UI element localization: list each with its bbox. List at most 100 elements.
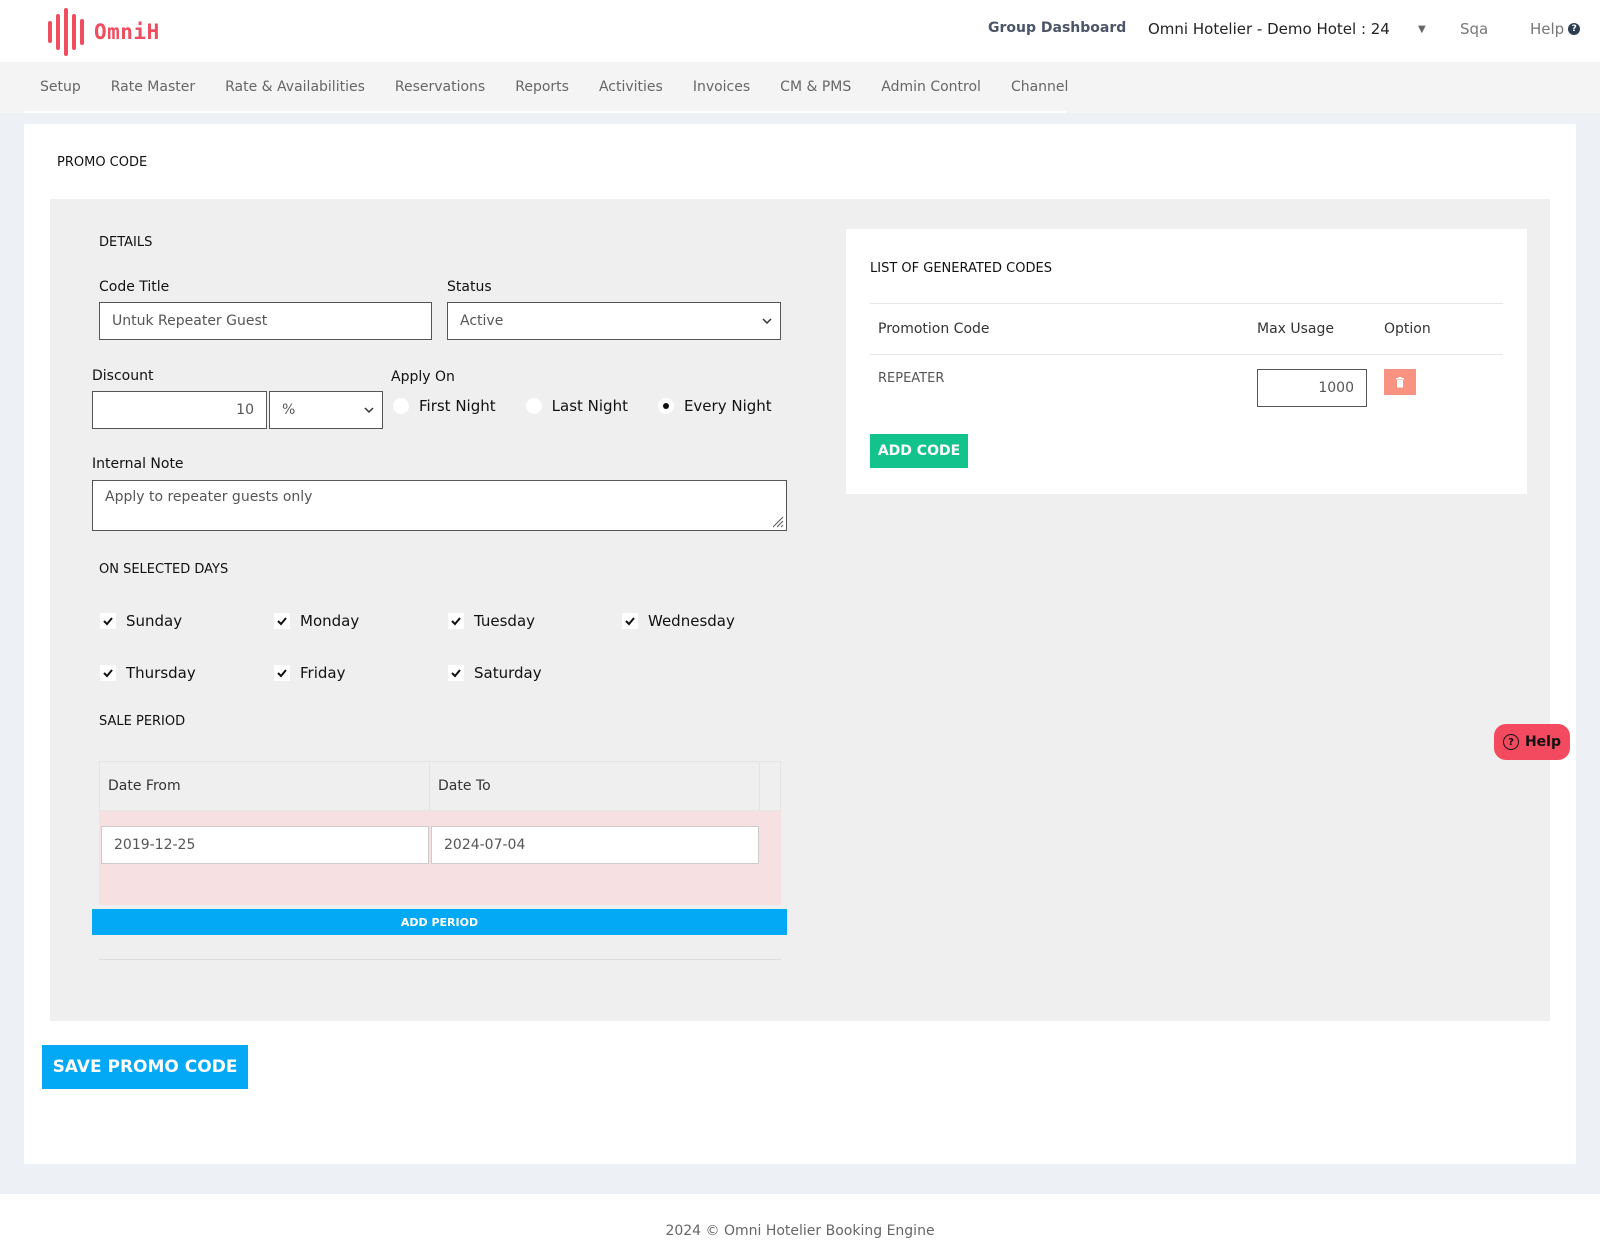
chevron-down-icon <box>762 318 772 325</box>
discount-type-value: % <box>282 402 296 418</box>
radio-every-night[interactable]: Every Night <box>657 397 772 415</box>
discount-label: Discount <box>92 368 154 384</box>
internal-note-label: Internal Note <box>92 456 184 472</box>
nav-item-reports[interactable]: Reports <box>515 79 569 95</box>
col-date-to: Date To <box>430 762 760 810</box>
col-max-usage: Max Usage <box>1257 321 1335 337</box>
apply-on-label: Apply On <box>391 369 455 385</box>
promo-form-panel: DETAILS Code Title Untuk Repeater Guest … <box>50 199 1550 1021</box>
radio-selected-icon <box>657 398 674 414</box>
delete-code-button[interactable] <box>1384 369 1416 395</box>
logo-bars-icon <box>48 8 84 56</box>
caret-down-icon[interactable]: ▼ <box>1418 24 1426 35</box>
checkmark-icon <box>100 613 116 629</box>
day-checkbox-thursday[interactable]: Thursday <box>100 664 196 682</box>
radio-first-night-label: First Night <box>419 397 496 415</box>
nav-item-rate-availabilities[interactable]: Rate & Availabilities <box>225 79 365 95</box>
sale-period-header: Date From Date To <box>99 761 781 811</box>
date-to-input[interactable]: 2024-07-04 <box>431 826 759 864</box>
radio-last-night-label: Last Night <box>551 397 628 415</box>
main-nav: Setup Rate Master Rate & Availabilities … <box>0 62 1600 113</box>
generated-codes-heading: LIST OF GENERATED CODES <box>870 261 1052 276</box>
nav-item-cm-pms[interactable]: CM & PMS <box>780 79 851 95</box>
discount-type-select[interactable]: % <box>269 391 383 429</box>
radio-circle-icon <box>393 398 409 414</box>
checkmark-icon <box>100 665 116 681</box>
checkmark-icon <box>274 665 290 681</box>
question-circle-icon: ? <box>1502 734 1519 750</box>
checkmark-icon <box>448 665 464 681</box>
add-period-button[interactable]: ADD PERIOD <box>92 909 787 935</box>
apply-on-radio-group: First Night Last Night Every Night <box>393 397 802 415</box>
col-date-from: Date From <box>100 762 430 810</box>
internal-note-textarea[interactable]: Apply to repeater guests only <box>92 480 787 531</box>
nav-item-reservations[interactable]: Reservations <box>395 79 485 95</box>
selected-days-heading: ON SELECTED DAYS <box>99 562 229 577</box>
col-option: Option <box>1384 321 1431 337</box>
day-checkbox-saturday[interactable]: Saturday <box>448 664 542 682</box>
divider <box>99 959 781 960</box>
radio-every-night-label: Every Night <box>683 397 772 415</box>
day-checkbox-wednesday[interactable]: Wednesday <box>622 612 735 630</box>
omnih-logo[interactable]: OmniH <box>48 8 160 56</box>
nav-item-channel[interactable]: Channel <box>1011 79 1068 95</box>
codes-table: Promotion Code Max Usage Option REPEATER… <box>870 303 1503 425</box>
checkmark-icon <box>448 613 464 629</box>
sale-period-row: 2019-12-25 2024-07-04 <box>99 811 781 905</box>
chevron-down-icon <box>364 407 374 414</box>
day-label: Friday <box>300 664 346 682</box>
day-checkbox-monday[interactable]: Monday <box>274 612 359 630</box>
footer-copyright: 2024 © Omni Hotelier Booking Engine <box>665 1223 935 1239</box>
user-menu[interactable]: Sqa <box>1460 20 1488 38</box>
day-checkbox-tuesday[interactable]: Tuesday <box>448 612 535 630</box>
day-checkbox-sunday[interactable]: Sunday <box>100 612 182 630</box>
codes-table-header: Promotion Code Max Usage Option <box>870 303 1503 355</box>
day-label: Tuesday <box>474 612 536 630</box>
code-title-label: Code Title <box>99 279 170 295</box>
discount-input[interactable]: 10 <box>92 391 267 429</box>
generated-codes-box: LIST OF GENERATED CODES Promotion Code M… <box>846 229 1527 494</box>
trash-icon <box>1396 376 1404 387</box>
hotel-selector[interactable]: Omni Hotelier - Demo Hotel : 24 <box>1148 20 1390 38</box>
date-from-input[interactable]: 2019-12-25 <box>101 826 429 864</box>
nav-item-admin-control[interactable]: Admin Control <box>881 79 981 95</box>
code-title-input[interactable]: Untuk Repeater Guest <box>99 302 432 340</box>
top-bar: OmniH Group Dashboard Omni Hotelier - De… <box>0 0 1600 62</box>
save-promo-code-button[interactable]: SAVE PROMO CODE <box>42 1045 248 1089</box>
help-label: Help <box>1530 20 1565 38</box>
nav-item-setup[interactable]: Setup <box>40 79 81 95</box>
status-label: Status <box>447 279 492 295</box>
group-dashboard-link[interactable]: Group Dashboard <box>988 20 1126 36</box>
radio-circle-icon <box>525 398 542 414</box>
day-label: Saturday <box>474 664 542 682</box>
nav-item-invoices[interactable]: Invoices <box>693 79 750 95</box>
question-circle-icon: ? <box>1568 23 1581 35</box>
sale-period-table: Date From Date To 2019-12-25 2024-07-04 <box>99 761 781 905</box>
checkmark-icon <box>622 613 638 629</box>
nav-item-activities[interactable]: Activities <box>599 79 663 95</box>
status-select[interactable]: Active <box>447 302 781 340</box>
logo-text: OmniH <box>94 20 160 44</box>
footer: 2024 © Omni Hotelier Booking Engine <box>0 1194 1600 1253</box>
page-title: PROMO CODE <box>57 155 148 170</box>
promotion-code-value: REPEATER <box>878 371 945 386</box>
col-spacer <box>760 762 780 810</box>
add-code-button[interactable]: ADD CODE <box>870 434 968 468</box>
col-promotion-code: Promotion Code <box>878 321 990 337</box>
day-checkbox-friday[interactable]: Friday <box>274 664 345 682</box>
day-label: Sunday <box>126 612 183 630</box>
help-link[interactable]: Help ? <box>1530 20 1581 38</box>
floating-help-label: Help <box>1524 734 1562 750</box>
status-value: Active <box>460 313 504 329</box>
table-row: REPEATER 1000 <box>870 355 1503 425</box>
radio-last-night[interactable]: Last Night <box>525 397 628 415</box>
promo-code-card: PROMO CODE DETAILS Code Title Untuk Repe… <box>24 124 1576 1164</box>
nav-item-rate-master[interactable]: Rate Master <box>111 79 195 95</box>
sale-period-heading: SALE PERIOD <box>99 714 186 729</box>
floating-help-button[interactable]: ? Help <box>1494 724 1570 760</box>
day-label: Monday <box>300 612 360 630</box>
nav-items: Setup Rate Master Rate & Availabilities … <box>24 62 1068 113</box>
max-usage-input[interactable]: 1000 <box>1257 369 1367 407</box>
resize-grip-icon[interactable] <box>770 514 784 528</box>
radio-first-night[interactable]: First Night <box>393 397 496 415</box>
